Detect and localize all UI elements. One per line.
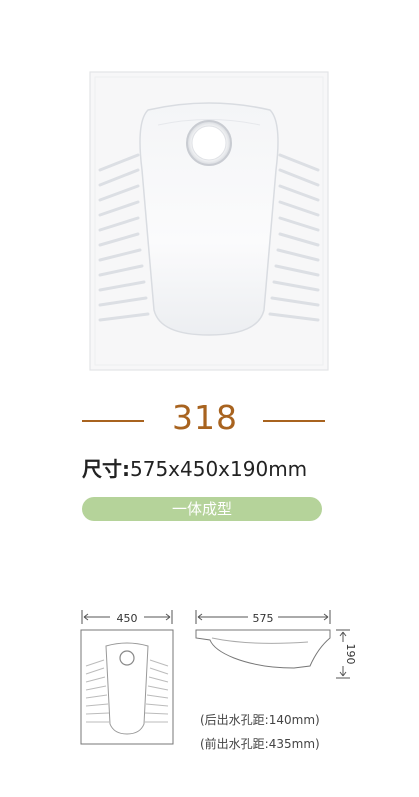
model-number: 318 [172, 398, 238, 437]
left-divider [82, 420, 144, 422]
dimensions-label: 尺寸 [82, 457, 122, 481]
model-heading: 318 [0, 398, 419, 444]
rear-outlet-distance: (后出水孔距:140mm) [200, 713, 320, 727]
product-photo [89, 71, 329, 371]
top-view-width: 450 [117, 612, 138, 625]
side-view-drawing: 575 190 [195, 610, 357, 679]
right-divider [263, 420, 325, 422]
front-outlet-distance: (前出水孔距:435mm) [200, 737, 320, 751]
side-view-height: 190 [344, 644, 357, 665]
dimensions-value: 575x450x190mm [130, 457, 308, 481]
side-view-width: 575 [253, 612, 274, 625]
top-view-drawing: 450 [80, 610, 174, 745]
dimensions-separator: : [122, 457, 130, 481]
feature-badge: 一体成型 [82, 497, 322, 521]
dimensions: 尺寸:575x450x190mm [82, 453, 402, 482]
